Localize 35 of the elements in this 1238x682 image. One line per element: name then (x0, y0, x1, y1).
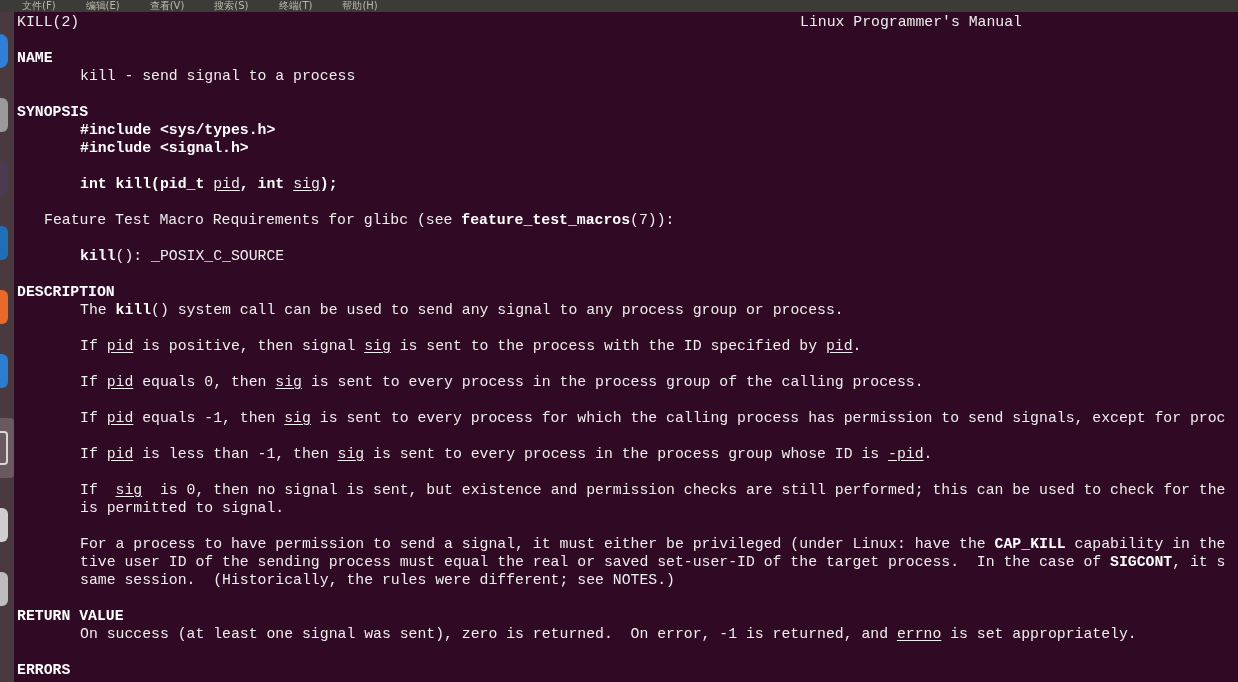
app-icon[interactable] (0, 572, 8, 606)
app-icon[interactable] (0, 290, 8, 324)
manual-line: If pid is positive, then signal sig is sent to the process with the ID specified by pid. (80, 337, 863, 355)
page-title: KILL(2) (17, 13, 81, 31)
section-heading: ERRORS (17, 661, 72, 679)
app-icon[interactable] (0, 98, 8, 132)
manual-line: #include <sys/types.h> (80, 121, 277, 139)
manual-line: is permitted to signal. (80, 499, 286, 517)
app-icon[interactable] (0, 508, 8, 542)
manual-line: same session. (Historically, the rules were different; see NOTES.) (80, 571, 676, 589)
manual-line: If pid equals -1, then sig is sent to every process for which the calling process has permission to send signals, except for proc (80, 409, 1227, 427)
section-heading: NAME (17, 49, 54, 67)
section-heading: RETURN VALUE (17, 607, 125, 625)
manual-line: int kill(pid_t pid, int sig); (80, 175, 339, 193)
menu-item[interactable]: 编辑(E) (85, 0, 120, 12)
menu-item[interactable]: 查看(V) (149, 0, 185, 12)
manual-line: tive user ID of the sending process must equal the real or saved set-user-ID of the target process. In the case of SIGCONT, it s (80, 553, 1227, 571)
manual-line: If sig is 0, then no signal is sent, but existence and permission checks are still performed; this can be used to check for the (80, 481, 1227, 499)
manual-line: kill(): _POSIX_C_SOURCE (80, 247, 286, 265)
menu-item[interactable]: 终端(T) (278, 0, 313, 12)
manual-line: If pid is less than -1, then sig is sent to every process in the process group whose ID is -pid. (80, 445, 934, 463)
section-heading: DESCRIPTION (17, 283, 116, 301)
menu-item[interactable]: 帮助(H) (342, 0, 378, 12)
manual-line: #include <signal.h> (80, 139, 250, 157)
terminal-icon[interactable] (0, 418, 14, 478)
manual-line: On success (at least one signal was sent), zero is returned. On error, -1 is returned, and errno is set appropriately. (80, 625, 1138, 643)
manual-line: For a process to have permission to send a signal, it must either be privileged (under Linux: have the CAP_KILL capability in the (80, 535, 1227, 553)
manual-name: Linux Programmer's Manual (800, 13, 1022, 31)
menu-item[interactable]: 文件(F) (22, 0, 56, 12)
manual-line: If pid equals 0, then sig is sent to every process in the process group of the calling process. (80, 373, 925, 391)
manual-line: kill - send signal to a process (80, 67, 357, 85)
manual-line: The kill() system call can be used to send any signal to any process group or process. (80, 301, 845, 319)
section-heading: SYNOPSIS (17, 103, 90, 121)
menu-item[interactable]: 搜索(S) (214, 0, 249, 12)
manual-line: Feature Test Macro Requirements for glibc (see feature_test_macros(7)): (44, 211, 676, 229)
